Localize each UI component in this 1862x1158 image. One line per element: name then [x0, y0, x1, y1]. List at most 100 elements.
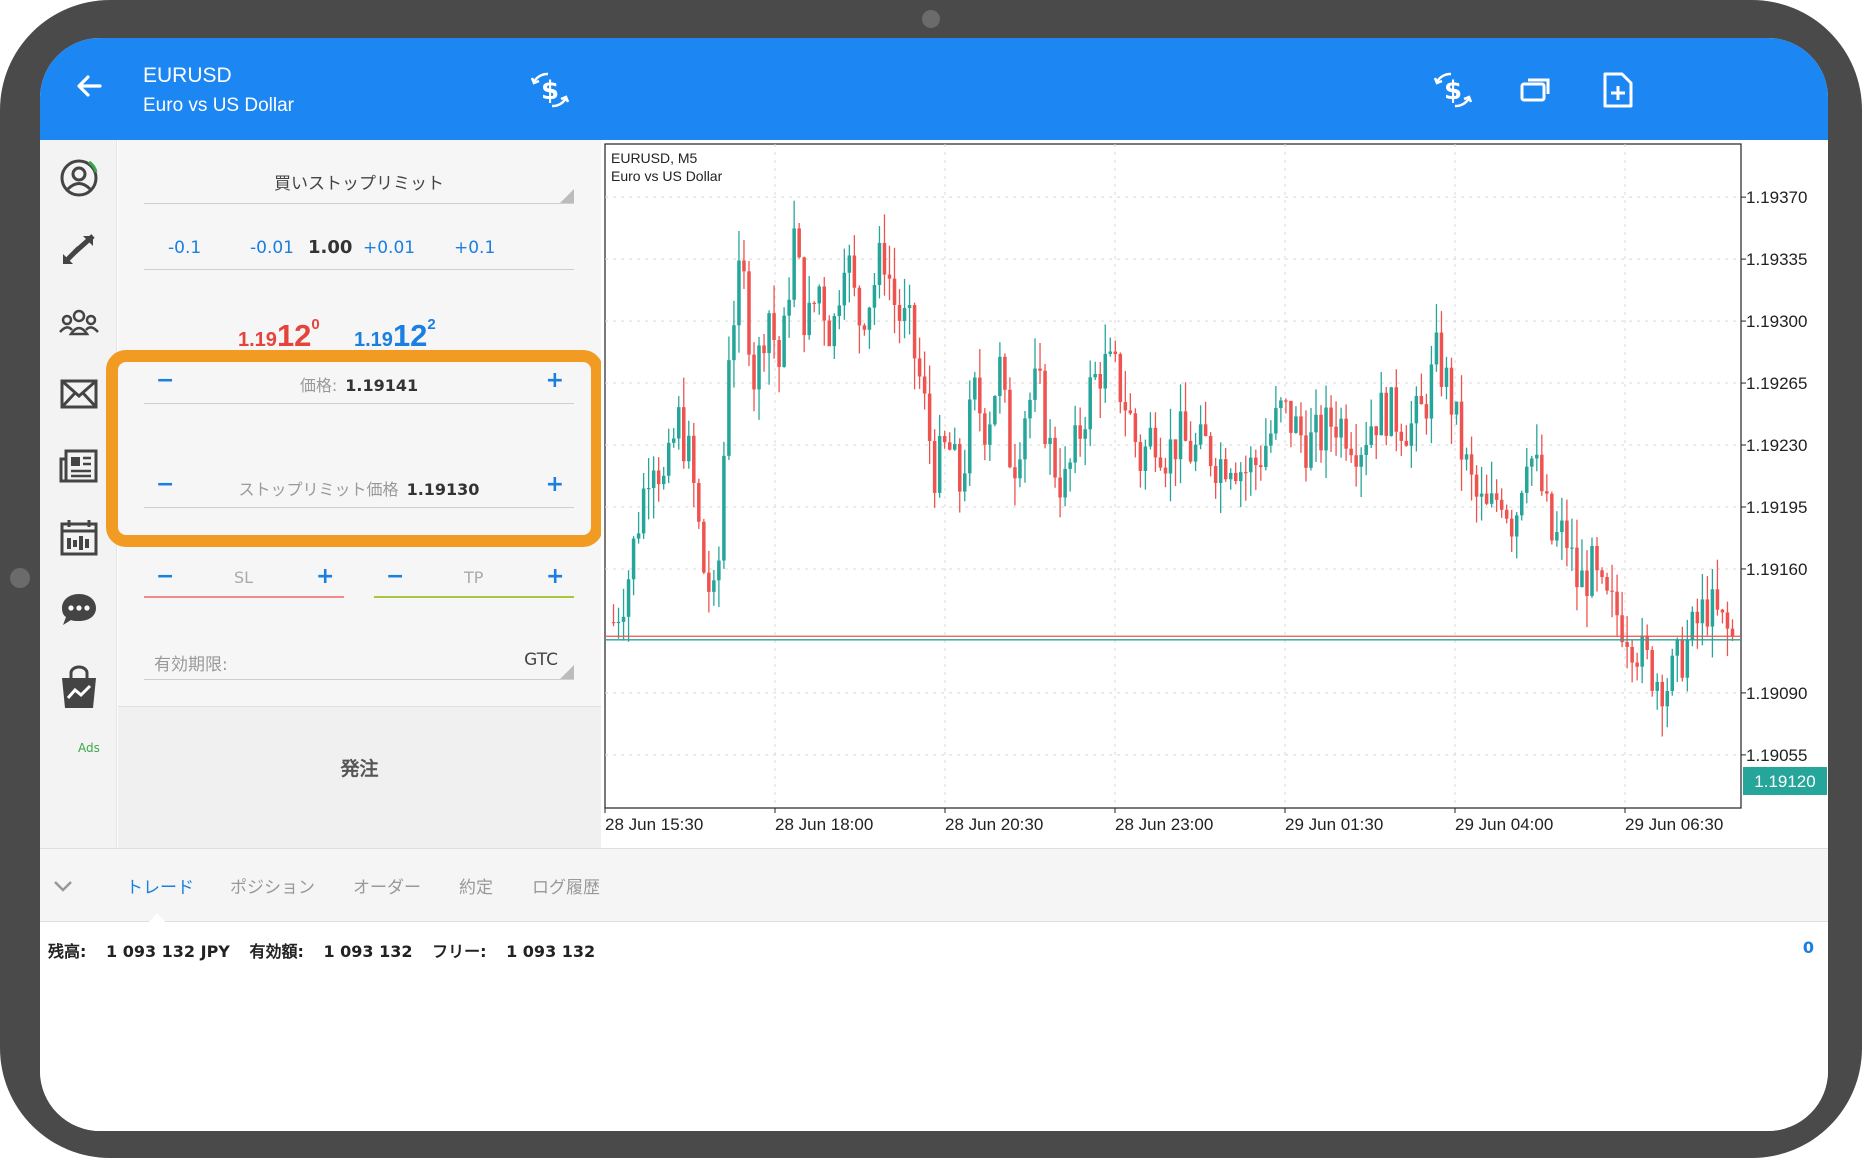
candle-body — [1605, 577, 1609, 591]
new-document-icon[interactable] — [1595, 68, 1639, 112]
app-screen: EURUSD Euro vs US Dollar $ $ Ads 買いストップリ… — [40, 38, 1828, 1131]
candle-body — [1228, 472, 1233, 480]
back-arrow-icon[interactable] — [70, 66, 110, 106]
tp-input[interactable]: TP — [464, 568, 483, 587]
bid-price-big: 12 — [276, 318, 312, 353]
candle-body — [1494, 493, 1499, 500]
candle-body — [727, 360, 731, 456]
x-tick-label: 28 Jun 15:30 — [605, 815, 703, 834]
candle-body — [1208, 436, 1213, 467]
tab-trade[interactable]: トレード — [126, 873, 194, 898]
currency-exchange-icon[interactable]: $ — [528, 68, 572, 112]
candle-body — [1264, 445, 1268, 468]
candle-body — [947, 442, 952, 450]
sidebar-item-account[interactable] — [49, 148, 109, 208]
sidebar-item-news[interactable] — [49, 436, 109, 496]
candle-body — [1203, 424, 1208, 437]
tab-deals[interactable]: 約定 — [459, 873, 493, 898]
tp-decrease-button[interactable]: − — [386, 564, 404, 589]
candle-body — [732, 325, 736, 361]
candle-body — [1198, 424, 1203, 445]
candle-body — [1439, 332, 1444, 387]
ask-price-big: 12 — [392, 318, 428, 353]
candle-body — [1078, 425, 1082, 439]
place-order-button[interactable]: 発注 — [118, 706, 601, 848]
tab-orders[interactable]: オーダー — [353, 873, 421, 898]
candle-body — [1414, 395, 1419, 424]
candle-body — [1504, 509, 1509, 519]
candle-body — [1108, 351, 1113, 354]
candle-body — [1324, 407, 1328, 451]
candle-body — [1545, 491, 1549, 494]
candle-body — [782, 315, 786, 367]
y-tick-label: 1.19055 — [1746, 746, 1807, 765]
candle-body — [707, 572, 711, 592]
volume-plus-0.01-button[interactable]: +0.01 — [363, 238, 415, 258]
account-icon — [60, 159, 98, 197]
candle-body — [646, 487, 651, 490]
sidebar-item-chat[interactable] — [49, 580, 109, 640]
sl-input[interactable]: SL — [234, 568, 253, 587]
candle-body — [1188, 440, 1193, 462]
y-tick-label: 1.19335 — [1746, 250, 1807, 269]
volume-minus-0.01-button[interactable]: -0.01 — [250, 238, 294, 258]
candle-body — [1309, 432, 1313, 468]
candle-body — [1665, 691, 1670, 707]
candle-body — [827, 320, 832, 347]
candle-body — [1710, 589, 1715, 627]
tab-positions[interactable]: ポジション — [230, 873, 315, 898]
candle-body — [1695, 611, 1700, 624]
chevron-down-icon[interactable] — [52, 875, 74, 897]
x-tick-label: 28 Jun 18:00 — [775, 815, 873, 834]
candle-body — [1555, 532, 1559, 541]
candle-body — [812, 302, 816, 305]
tab-history[interactable]: ログ履歴 — [532, 873, 600, 898]
candle-body — [1620, 615, 1624, 643]
candle-body — [1143, 446, 1148, 471]
candle-body — [1173, 439, 1178, 460]
candle-body — [1113, 351, 1118, 355]
candle-body — [1384, 392, 1389, 436]
order-type-select[interactable]: 買いストップリミット — [144, 164, 574, 204]
price-chart[interactable]: 1.19370 1.19335 1.19300 1.19265 1.19230 1.191… — [601, 140, 1828, 848]
ads-badge: Ads — [78, 741, 100, 755]
candle-body — [1033, 368, 1037, 400]
volume-plus-0.1-button[interactable]: +0.1 — [454, 238, 495, 258]
sidebar-item-trade[interactable] — [49, 220, 109, 280]
x-tick-label: 29 Jun 06:30 — [1625, 815, 1723, 834]
candle-body — [802, 257, 806, 336]
volume-value[interactable]: 1.00 — [308, 237, 352, 258]
candle-body — [922, 376, 927, 394]
candle-body — [1705, 599, 1710, 627]
tp-increase-button[interactable]: + — [546, 564, 564, 589]
bid-price-prefix: 1.19 — [238, 329, 277, 351]
currency-exchange-icon[interactable]: $ — [1431, 68, 1475, 112]
camera-dot — [922, 10, 940, 28]
sl-increase-button[interactable]: + — [316, 564, 334, 589]
candle-body — [656, 470, 661, 485]
candle-body — [1063, 468, 1067, 498]
expiry-select[interactable]: 有効期限: GTC — [144, 640, 574, 680]
candle-body — [1083, 429, 1087, 439]
window-copy-icon[interactable] — [1514, 68, 1558, 112]
sidebar-item-market[interactable] — [49, 658, 109, 718]
candle-body — [702, 521, 706, 573]
volume-minus-0.1-button[interactable]: -0.1 — [168, 238, 201, 258]
candle-body — [837, 305, 842, 317]
sidebar-item-calendar[interactable] — [49, 508, 109, 568]
candle-body — [1429, 364, 1434, 419]
candle-body — [661, 475, 666, 485]
ask-price-prefix: 1.19 — [354, 329, 393, 351]
candle-body — [752, 354, 756, 390]
y-tick-label: 1.19160 — [1746, 560, 1807, 579]
candle-body — [998, 356, 1002, 397]
sidebar-item-community[interactable] — [49, 292, 109, 352]
candle-body — [712, 580, 716, 592]
sl-decrease-button[interactable]: − — [156, 564, 174, 589]
ask-price-sup: 2 — [427, 316, 436, 333]
bid-price-sup: 0 — [311, 316, 320, 333]
candle-body — [1660, 681, 1664, 707]
sidebar-item-mail[interactable] — [49, 364, 109, 424]
side-button — [10, 568, 30, 588]
candle-body — [1128, 410, 1133, 414]
